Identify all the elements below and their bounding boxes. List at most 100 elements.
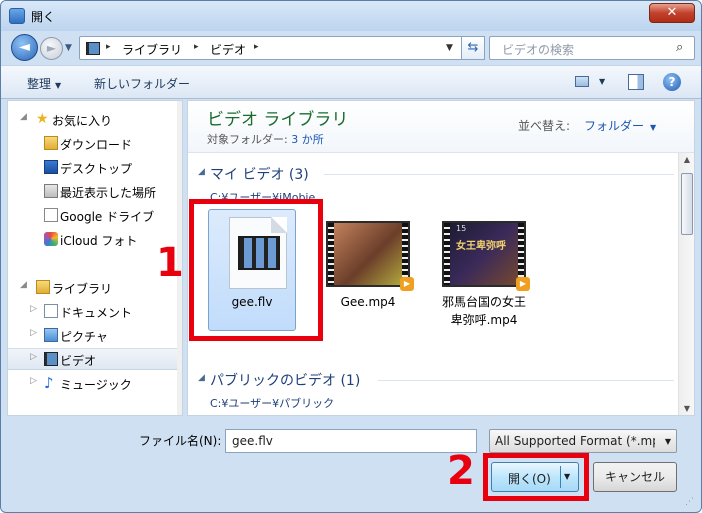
sidebar-item-label: ピクチャ xyxy=(60,330,108,344)
chevron-down-icon: ▼ xyxy=(664,437,671,446)
back-button[interactable]: ◄ xyxy=(11,34,38,61)
cancel-button[interactable]: キャンセル xyxy=(593,462,677,492)
window-title: 開く xyxy=(31,10,56,24)
file-name: 邪馬台国の女王 卑弥呼.mp4 xyxy=(441,295,526,327)
step-2-highlight-box xyxy=(483,453,589,501)
icloud-photos-icon xyxy=(44,232,58,246)
breadcrumb-separator-icon[interactable]: ▸ xyxy=(254,42,259,52)
organize-label: 整理 xyxy=(27,77,52,91)
address-bar[interactable]: ▸ ライブラリ ▸ ビデオ ▸ ▼ xyxy=(79,36,483,60)
thumbnail-caption: 女王卑弥呼 xyxy=(456,241,506,252)
group-divider xyxy=(378,380,674,381)
media-player-badge-icon: ▶ xyxy=(516,277,530,291)
organize-button[interactable]: 整理 ▼ xyxy=(27,75,61,92)
sidebar-item-downloads[interactable]: ダウンロード xyxy=(8,133,182,155)
filename-input[interactable]: gee.flv xyxy=(225,429,477,453)
close-button[interactable]: ✕ xyxy=(649,3,695,23)
filename-value: gee.flv xyxy=(232,434,273,448)
content-scrollbar[interactable]: ▲ ▼ xyxy=(678,153,694,415)
library-subtitle: 対象フォルダー: 3 か所 xyxy=(207,131,324,147)
sidebar-item-documents[interactable]: ▷ ドキュメント xyxy=(8,301,182,323)
sidebar-item-videos[interactable]: ▷ ビデオ xyxy=(8,348,182,370)
expand-arrow-icon[interactable]: ▷ xyxy=(30,328,37,338)
thumbnail-number: 15 xyxy=(456,224,467,233)
sidebar-item-favorites[interactable]: ◢ ★ お気に入り xyxy=(8,109,182,131)
music-icon: ♪ xyxy=(44,374,54,392)
group-path: C:¥ユーザー¥パブリック xyxy=(210,397,335,410)
sort-by-dropdown[interactable]: フォルダー ▼ xyxy=(584,117,656,134)
expand-arrow-icon[interactable]: ▷ xyxy=(30,352,37,362)
file-name: Gee.mp4 xyxy=(340,295,396,309)
resize-grip-icon[interactable]: ⋰ xyxy=(685,497,694,507)
google-drive-icon xyxy=(44,208,58,222)
sidebar-item-label: ダウンロード xyxy=(60,138,133,152)
change-view-icon[interactable] xyxy=(575,76,589,87)
download-folder-icon xyxy=(44,136,58,150)
media-player-badge-icon: ▶ xyxy=(400,277,414,291)
breadcrumb-separator-icon[interactable]: ▸ xyxy=(106,42,111,52)
group-name: マイ ビデオ (3) xyxy=(210,167,309,183)
locations-link[interactable]: 3 か所 xyxy=(291,133,324,146)
recent-places-icon xyxy=(44,184,58,198)
open-file-dialog: 開く ✕ ◄ ► ▼ ▸ ライブラリ ▸ ビデオ ▸ ▼ ⇆ ビデオの検索 ⌕ … xyxy=(0,0,702,513)
group-divider xyxy=(324,174,674,175)
search-icon[interactable]: ⌕ xyxy=(676,40,683,55)
group-header-my-videos[interactable]: ◢ マイ ビデオ (3) xyxy=(188,163,678,185)
file-item-himiko-mp4[interactable]: 15 女王卑弥呼 ▶ 邪馬台国の女王 卑弥呼.mp4 xyxy=(432,209,532,329)
videos-icon xyxy=(44,352,58,366)
sidebar-item-recent-places[interactable]: 最近表示した場所 xyxy=(8,181,182,203)
search-input[interactable]: ビデオの検索 ⌕ xyxy=(489,36,695,60)
sidebar-item-label: iCloud フォト xyxy=(60,234,138,248)
preview-pane-icon[interactable] xyxy=(628,74,644,90)
help-icon[interactable]: ? xyxy=(663,73,681,91)
breadcrumb-libraries[interactable]: ライブラリ xyxy=(122,41,182,58)
title-bar: 開く ✕ xyxy=(1,1,701,31)
forward-button[interactable]: ► xyxy=(40,37,63,60)
scroll-down-icon[interactable]: ▼ xyxy=(681,404,693,413)
sidebar-item-label: Google ドライブ xyxy=(60,210,155,224)
sidebar-item-label: ドキュメント xyxy=(60,306,133,320)
sidebar-item-label: お気に入り xyxy=(52,114,113,128)
collapse-arrow-icon[interactable]: ◢ xyxy=(198,373,205,383)
command-bar: 整理 ▼ 新しいフォルダー ▼ ? xyxy=(1,65,701,99)
subtitle-prefix: 対象フォルダー: xyxy=(207,133,292,146)
navigation-bar: ◄ ► ▼ ▸ ライブラリ ▸ ビデオ ▸ ▼ ⇆ ビデオの検索 ⌕ xyxy=(1,31,701,65)
new-folder-button[interactable]: 新しいフォルダー xyxy=(94,75,190,92)
refresh-button[interactable]: ⇆ xyxy=(461,36,485,60)
library-title: ビデオ ライブラリ xyxy=(207,110,349,130)
sidebar-item-label: ビデオ xyxy=(60,354,97,368)
file-type-select[interactable]: All Supported Format (*.mp ▼ xyxy=(489,429,677,453)
filename-label: ファイル名(N): xyxy=(139,434,222,448)
chevron-down-icon: ▼ xyxy=(650,123,657,132)
breadcrumb-separator-icon[interactable]: ▸ xyxy=(194,42,199,52)
sort-label: 並べ替え: xyxy=(518,119,571,133)
step-1-highlight-box xyxy=(189,199,323,341)
video-thumbnail: ▶ xyxy=(326,221,414,291)
group-header-public-videos[interactable]: ◢ パブリックのビデオ (1) xyxy=(188,369,678,391)
collapse-arrow-icon[interactable]: ◢ xyxy=(20,112,27,122)
chevron-down-icon: ▼ xyxy=(55,81,62,90)
library-header: ビデオ ライブラリ 対象フォルダー: 3 か所 並べ替え: フォルダー ▼ xyxy=(188,101,694,153)
documents-icon xyxy=(44,304,58,318)
view-options-dropdown-icon[interactable]: ▼ xyxy=(599,77,605,86)
scrollbar-thumb[interactable] xyxy=(681,173,693,235)
step-1-number: 1 xyxy=(156,240,184,286)
collapse-arrow-icon[interactable]: ◢ xyxy=(198,167,205,177)
sidebar-item-pictures[interactable]: ▷ ピクチャ xyxy=(8,325,182,347)
address-dropdown-icon[interactable]: ▼ xyxy=(446,43,453,53)
app-icon xyxy=(9,8,25,24)
library-icon xyxy=(36,280,50,294)
scroll-up-icon[interactable]: ▲ xyxy=(681,155,693,164)
expand-arrow-icon[interactable]: ▷ xyxy=(30,304,37,314)
file-item-gee-mp4[interactable]: ▶ Gee.mp4 xyxy=(316,209,416,329)
expand-arrow-icon[interactable]: ▷ xyxy=(30,376,37,386)
sidebar-item-google-drive[interactable]: Google ドライブ xyxy=(8,205,182,227)
sidebar-item-music[interactable]: ▷ ♪ ミュージック xyxy=(8,373,182,395)
sidebar-item-desktop[interactable]: デスクトップ xyxy=(8,157,182,179)
video-library-icon xyxy=(86,42,100,55)
search-placeholder: ビデオの検索 xyxy=(502,43,575,57)
desktop-icon xyxy=(44,160,58,174)
collapse-arrow-icon[interactable]: ◢ xyxy=(20,280,27,290)
recent-pages-dropdown-icon[interactable]: ▼ xyxy=(65,43,72,53)
breadcrumb-videos[interactable]: ビデオ xyxy=(210,41,246,58)
